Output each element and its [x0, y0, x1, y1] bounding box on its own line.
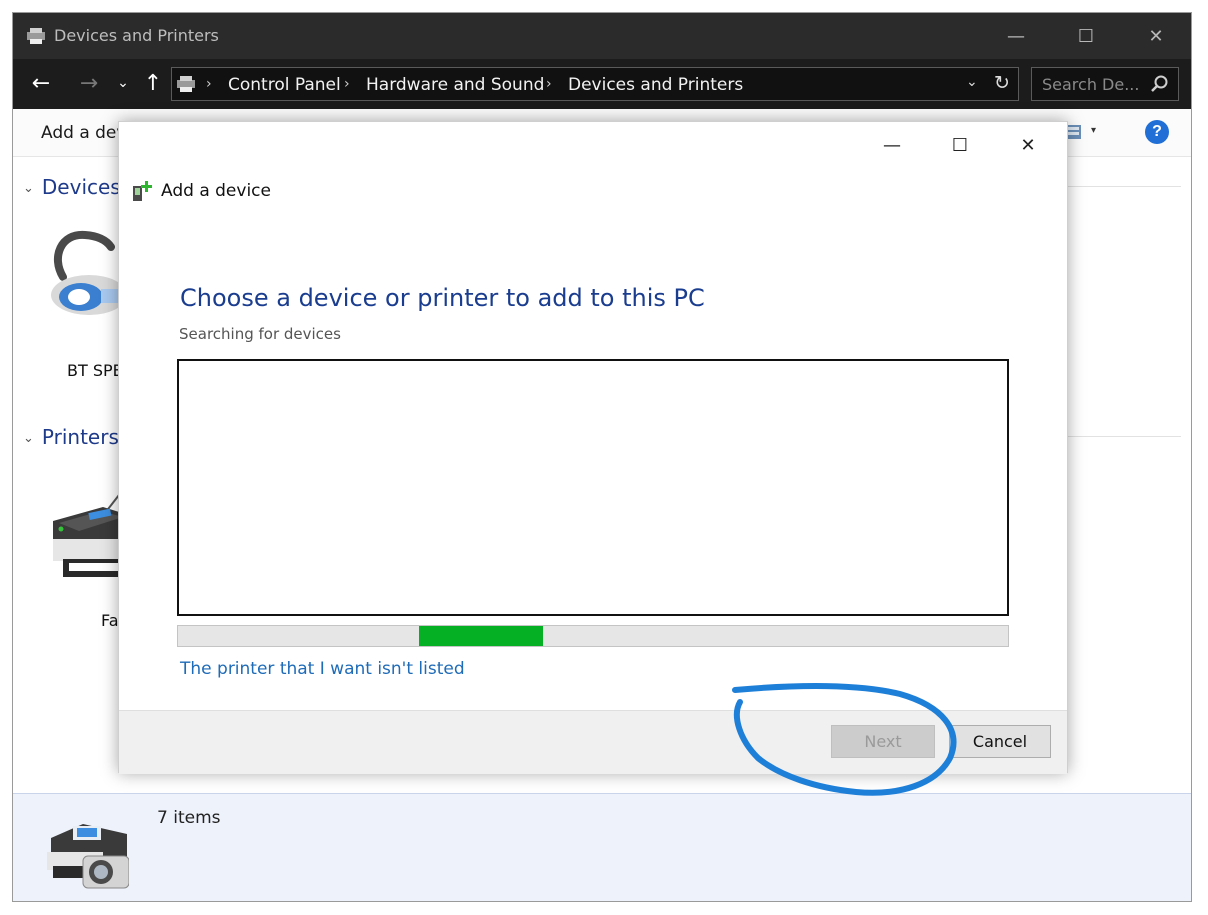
search-status: Searching for devices: [179, 325, 341, 343]
dialog-close-button[interactable]: ✕: [1005, 132, 1051, 158]
breadcrumb-separator[interactable]: ›: [206, 76, 212, 92]
details-pane: 7 items: [13, 793, 1191, 901]
printers-group-header[interactable]: ⌄ Printers: [23, 425, 119, 449]
add-device-icon: [133, 181, 152, 201]
dialog-title: Add a device: [161, 181, 271, 201]
breadcrumb-separator[interactable]: ›: [344, 76, 350, 92]
group-divider: [1068, 186, 1181, 187]
next-button[interactable]: Next: [831, 725, 935, 758]
device-label-fax[interactable]: Fa: [101, 611, 119, 630]
printer-not-listed-link[interactable]: The printer that I want isn't listed: [180, 659, 465, 679]
minimize-button[interactable]: —: [993, 21, 1039, 51]
search-box[interactable]: Search De...: [1031, 67, 1179, 101]
help-icon[interactable]: ?: [1145, 120, 1169, 144]
dialog-heading: Choose a device or printer to add to thi…: [180, 284, 705, 312]
item-count: 7 items: [157, 808, 221, 828]
view-options-chevron-icon[interactable]: ▾: [1091, 125, 1096, 136]
group-divider: [1068, 436, 1181, 437]
breadcrumb-hardware-and-sound[interactable]: Hardware and Sound: [366, 75, 544, 95]
maximize-button[interactable]: ☐: [1063, 21, 1109, 51]
back-arrow-icon[interactable]: ←: [27, 69, 55, 97]
fax-printer-icon[interactable]: [49, 493, 129, 583]
search-placeholder: Search De...: [1042, 75, 1140, 94]
dialog-footer: Next Cancel: [119, 710, 1067, 774]
devices-group-header[interactable]: ⌄ Devices: [23, 175, 121, 199]
address-bar[interactable]: › Control Panel › Hardware and Sound › D…: [171, 67, 1019, 101]
printer-camera-icon: [47, 824, 129, 889]
cancel-button[interactable]: Cancel: [949, 725, 1051, 758]
progress-indicator: [418, 626, 544, 646]
forward-arrow-icon[interactable]: →: [75, 69, 103, 97]
dialog-maximize-button[interactable]: ☐: [937, 132, 983, 158]
page: Devices and Printers — ☐ ✕ ← → ⌄ ↑ › Con…: [0, 0, 1208, 915]
up-arrow-icon[interactable]: ↑: [139, 69, 167, 97]
add-a-device-dialog: — ☐ ✕ Add a device Choose a device or pr…: [118, 121, 1068, 774]
devices-group-label: Devices: [41, 175, 121, 199]
window-title: Devices and Printers: [54, 26, 219, 45]
search-progress-bar: [177, 625, 1009, 647]
navigation-bar: ← → ⌄ ↑ › Control Panel › Hardware and S…: [13, 59, 1191, 109]
dialog-minimize-button[interactable]: —: [869, 132, 915, 158]
device-list[interactable]: [177, 359, 1009, 616]
close-button[interactable]: ✕: [1133, 21, 1179, 51]
breadcrumb-devices-and-printers[interactable]: Devices and Printers: [568, 75, 743, 95]
chevron-down-icon[interactable]: ⌄: [23, 431, 34, 446]
printers-group-label: Printers: [41, 425, 119, 449]
devices-printers-icon: [27, 28, 45, 44]
device-label-bt-speaker[interactable]: BT SPE: [67, 361, 123, 380]
breadcrumb-separator[interactable]: ›: [546, 76, 552, 92]
refresh-icon[interactable]: ↻: [994, 72, 1010, 94]
address-dropdown-chevron-icon[interactable]: ⌄: [966, 74, 978, 90]
title-bar: Devices and Printers — ☐ ✕: [13, 13, 1191, 59]
recent-locations-chevron-icon[interactable]: ⌄: [109, 69, 137, 97]
chevron-down-icon[interactable]: ⌄: [23, 181, 34, 196]
bluetooth-headset-icon[interactable]: [45, 227, 125, 327]
control-panel-icon: [177, 76, 195, 92]
search-icon[interactable]: [1150, 74, 1170, 94]
breadcrumb-control-panel[interactable]: Control Panel: [228, 75, 341, 95]
